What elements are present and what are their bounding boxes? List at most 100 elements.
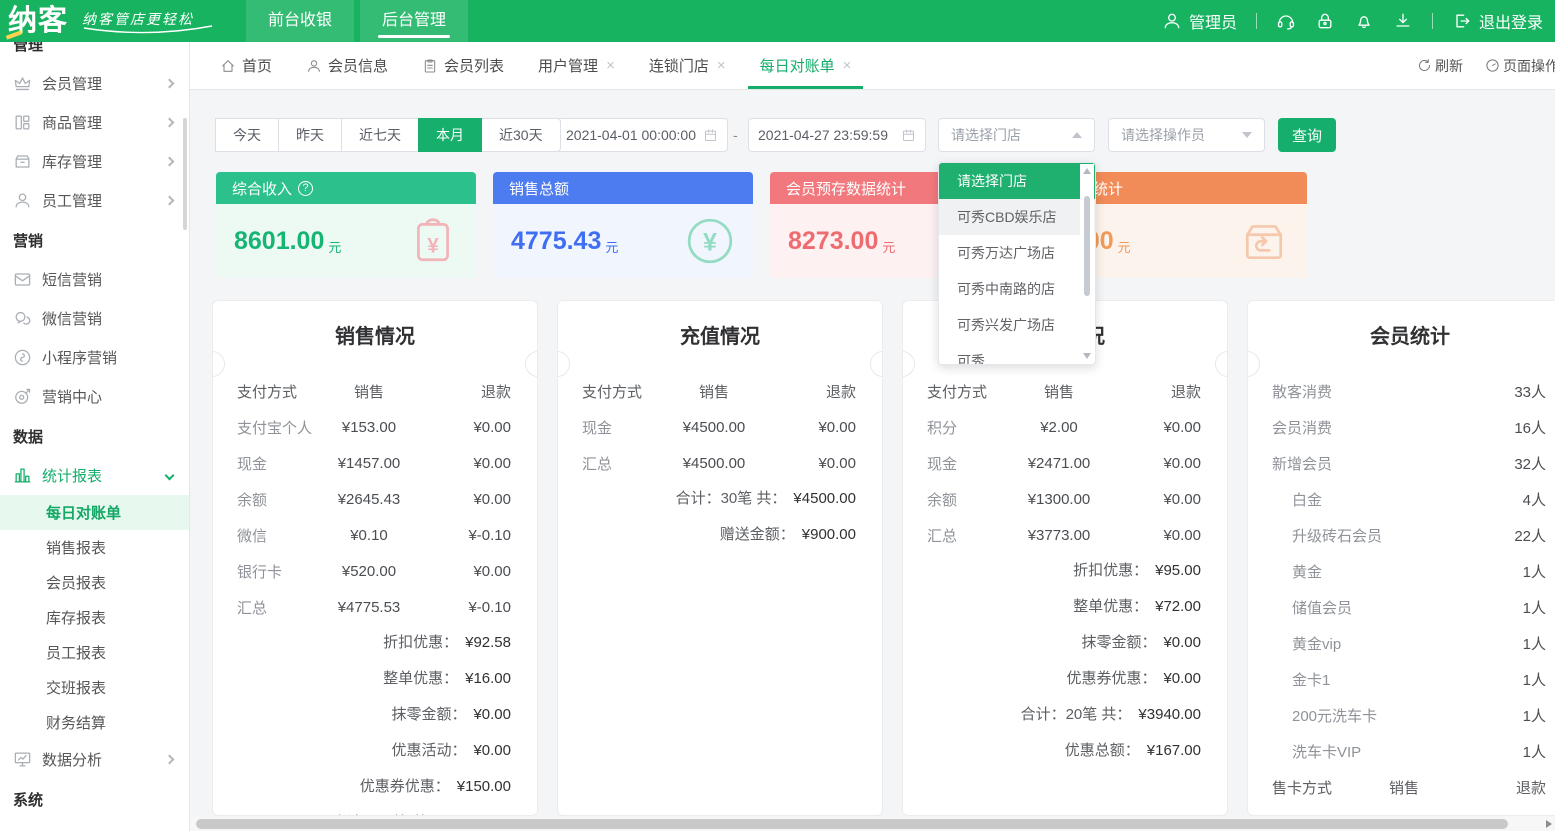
page-ops-button[interactable]: 页面操作 — [1485, 56, 1555, 76]
page-tab[interactable]: 首页 — [220, 42, 272, 89]
stat-row: 黄金vip 1人 — [1248, 625, 1555, 661]
quick-range-button[interactable]: 昨天 — [278, 118, 342, 152]
sidebar-item-label: 小程序营销 — [42, 347, 117, 368]
headset-icon[interactable] — [1276, 11, 1296, 31]
horizontal-scrollbar[interactable] — [190, 817, 1555, 831]
admin-user-button[interactable]: 管理员 — [1162, 9, 1237, 33]
stat-row: 新增会员 32人 — [1248, 445, 1555, 481]
sidebar-item-label: 每日对账单 — [46, 502, 121, 523]
page-tab-label: 会员列表 — [444, 55, 504, 76]
date-end-value: 2021-04-27 23:59:59 — [758, 127, 888, 143]
sidebar-item-label: 会员报表 — [46, 572, 106, 593]
table-row: 支付宝个人 ¥153.00 ¥0.00 — [213, 409, 537, 445]
quick-range-button[interactable]: 本月 — [418, 118, 482, 152]
sidebar-item[interactable]: 营销 — [0, 220, 189, 260]
sidebar-item[interactable]: 数据分析 — [0, 740, 189, 779]
logout-button[interactable]: 退出登录 — [1452, 9, 1543, 33]
close-tab-icon[interactable]: × — [717, 57, 726, 74]
mode-tabs: 前台收银 后台管理 — [246, 0, 474, 42]
store-option[interactable]: 可秀兴发广场店 — [939, 307, 1095, 343]
scroll-right-icon[interactable] — [1546, 820, 1552, 828]
stat-row: 金卡1 1人 — [1248, 661, 1555, 697]
table-row: 微信 ¥0.10 ¥-0.10 — [213, 517, 537, 553]
page-tab[interactable]: 用户管理 × — [538, 42, 615, 89]
sidebar-item[interactable]: 微信营销 — [0, 299, 189, 338]
stat-card-value: 8601.00 — [234, 227, 324, 256]
sidebar-item[interactable]: 会员管理 — [0, 64, 189, 103]
sidebar-item[interactable]: 商品管理 — [0, 103, 189, 142]
summary-row: 整单优惠：¥16.00 — [213, 661, 537, 697]
page-tab[interactable]: 会员信息 — [306, 42, 388, 89]
sidebar-item[interactable]: 会员报表 — [0, 565, 189, 600]
sidebar-scrollbar[interactable] — [183, 118, 187, 230]
date-end-input[interactable]: 2021-04-27 23:59:59 — [748, 118, 926, 152]
date-range-separator: - — [733, 118, 738, 152]
page-tab-icon — [306, 58, 322, 74]
store-select[interactable]: 请选择门店 — [938, 118, 1095, 152]
summary-row: 折扣优惠：¥92.58 — [213, 625, 537, 661]
sidebar-item[interactable]: 库存报表 — [0, 600, 189, 635]
mode-tab[interactable]: 前台收银 — [246, 0, 354, 42]
quick-range-button[interactable]: 今天 — [215, 118, 279, 152]
page-tab[interactable]: 每日对账单 × — [760, 42, 852, 89]
sidebar-item[interactable]: 每日对账单 — [0, 495, 189, 530]
sidebar-item[interactable]: 财务结算 — [0, 705, 189, 740]
quick-range-group: 今天昨天近七天本月近30天 — [216, 118, 561, 152]
store-option[interactable]: 可秀CBD娱乐店 — [939, 199, 1095, 235]
sidebar-item[interactable]: 统计报表 — [0, 456, 189, 495]
page-tab-icon — [422, 58, 438, 74]
close-tab-icon[interactable]: × — [606, 57, 615, 74]
bell-icon[interactable] — [1354, 11, 1374, 31]
table-row: 现金 ¥2471.00 ¥0.00 — [903, 445, 1227, 481]
mode-tab[interactable]: 后台管理 — [360, 0, 468, 42]
quick-range-button[interactable]: 近30天 — [481, 118, 561, 152]
stat-row: 升级砖石会员 22人 — [1248, 517, 1555, 553]
store-option[interactable]: 可秀万达广场店 — [939, 235, 1095, 271]
summary-row: 整单优惠：¥72.00 — [903, 589, 1227, 625]
summary-row: 优惠券优惠：¥0.00 — [903, 661, 1227, 697]
page-tab[interactable]: 会员列表 — [422, 42, 504, 89]
sidebar-item[interactable]: 数据 — [0, 416, 189, 456]
quick-range-button[interactable]: 近七天 — [341, 118, 419, 152]
lock-icon[interactable] — [1315, 11, 1335, 31]
dropdown-scrollbar-thumb[interactable] — [1084, 196, 1090, 296]
store-dropdown: 请选择门店 可秀CBD娱乐店 可秀万达广场店 可秀中南路的店 可秀兴发广场店 可… — [938, 162, 1096, 365]
scroll-down-icon[interactable] — [1083, 353, 1091, 359]
sidebar-item[interactable]: 库存管理 — [0, 142, 189, 181]
sidebar-item[interactable]: 小程序营销 — [0, 338, 189, 377]
close-tab-icon[interactable]: × — [843, 57, 852, 74]
stat-card-value: 8273.00 — [788, 227, 878, 256]
store-option[interactable]: 可秀 — [939, 343, 1095, 365]
help-icon[interactable]: ? — [298, 181, 313, 196]
sidebar-item[interactable]: 员工报表 — [0, 635, 189, 670]
search-button[interactable]: 查询 — [1278, 118, 1336, 152]
scroll-up-icon[interactable] — [1083, 168, 1091, 174]
table-header: 支付方式 销售 退款 — [213, 373, 537, 409]
sidebar-item[interactable]: 短信营销 — [0, 260, 189, 299]
page-tab[interactable]: 连锁门店 × — [649, 42, 726, 89]
store-option[interactable]: 请选择门店 — [939, 163, 1095, 199]
operator-select[interactable]: 请选择操作员 — [1108, 118, 1265, 152]
sidebar-item[interactable]: 交班报表 — [0, 670, 189, 705]
store-option[interactable]: 可秀中南路的店 — [939, 271, 1095, 307]
stat-card-unit: 元 — [1118, 237, 1131, 256]
date-start-input[interactable]: 2021-04-01 00:00:00 — [556, 118, 728, 152]
sidebar-item[interactable]: 管理 — [0, 42, 189, 64]
refresh-button[interactable]: 刷新 — [1417, 56, 1463, 76]
sidebar-item[interactable]: 销售报表 — [0, 530, 189, 565]
dropdown-scrollbar[interactable] — [1080, 164, 1094, 363]
download-icon[interactable] — [1393, 11, 1413, 31]
refresh-icon — [1417, 58, 1432, 73]
stat-card-icon — [1239, 216, 1289, 266]
stat-row: 洗车卡VIP 1人 — [1248, 733, 1555, 769]
admin-user-label: 管理员 — [1189, 9, 1237, 33]
sidebar-item[interactable]: 员工管理 — [0, 181, 189, 220]
svg-text:¥: ¥ — [703, 228, 717, 256]
horizontal-scrollbar-thumb[interactable] — [196, 819, 1508, 829]
summary-row: 合计：78笔 共：¥5034.11 — [213, 805, 537, 816]
sidebar-item[interactable]: 系统 — [0, 779, 189, 819]
summary-row: 抹零金额：¥0.00 — [903, 625, 1227, 661]
user-icon — [1162, 11, 1182, 31]
sidebar-item-label: 财务结算 — [46, 712, 106, 733]
sidebar-item[interactable]: 营销中心 — [0, 377, 189, 416]
